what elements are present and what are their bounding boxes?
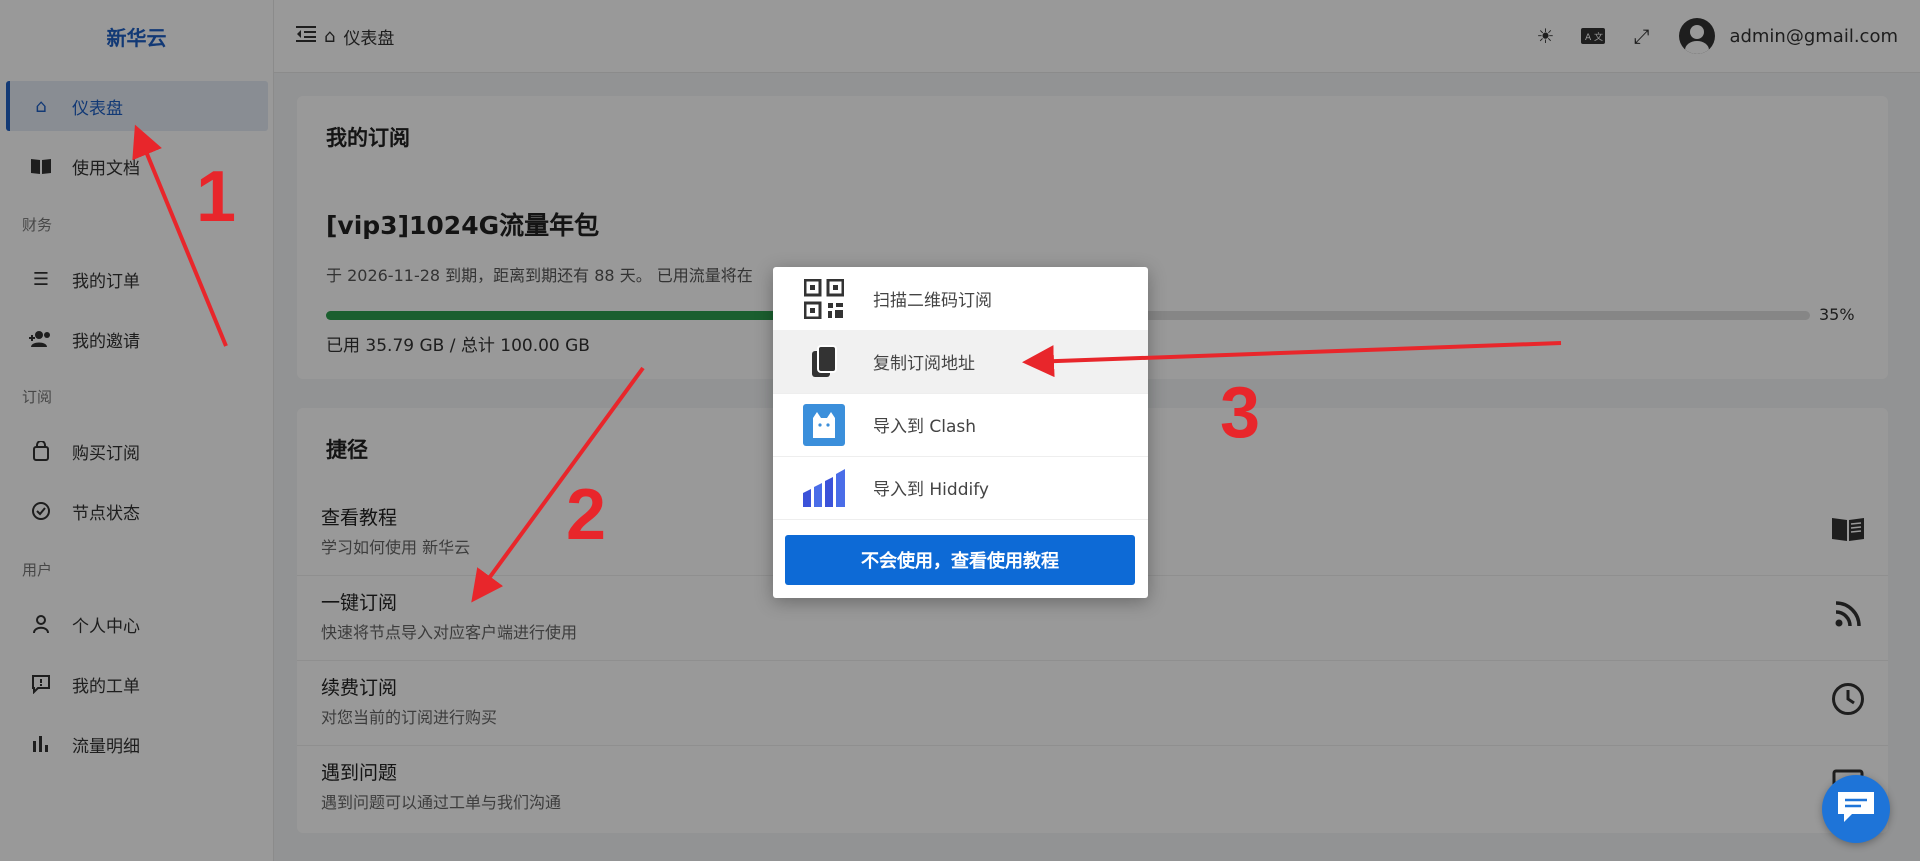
menu-item-copy-url[interactable]: 复制订阅地址	[773, 330, 1148, 394]
menu-item-label: 导入到 Hiddify	[873, 480, 989, 500]
clash-icon	[803, 403, 845, 446]
hiddify-icon	[803, 467, 845, 509]
annotation-number-2: 2	[566, 475, 607, 555]
copy-icon	[803, 341, 845, 383]
annotation-number-1: 1	[196, 157, 237, 237]
view-tutorial-button[interactable]: 不会使用，查看使用教程	[785, 535, 1135, 585]
menu-item-label: 扫描二维码订阅	[873, 291, 992, 311]
subscribe-popup-menu: 扫描二维码订阅 复制订阅地址 导入到 Clash 导入到 Hiddify 不会使…	[773, 267, 1148, 598]
menu-item-label: 复制订阅地址	[873, 354, 975, 374]
qr-code-icon	[803, 278, 845, 320]
menu-item-label: 导入到 Clash	[873, 417, 977, 437]
menu-item-scan-qr[interactable]: 扫描二维码订阅	[773, 267, 1148, 331]
menu-item-import-hiddify[interactable]: 导入到 Hiddify	[773, 456, 1148, 520]
annotation-number-3: 3	[1220, 373, 1261, 453]
chat-support-button[interactable]	[1822, 775, 1890, 843]
menu-item-import-clash[interactable]: 导入到 Clash	[773, 393, 1148, 457]
chat-bubble-icon	[1836, 790, 1876, 828]
